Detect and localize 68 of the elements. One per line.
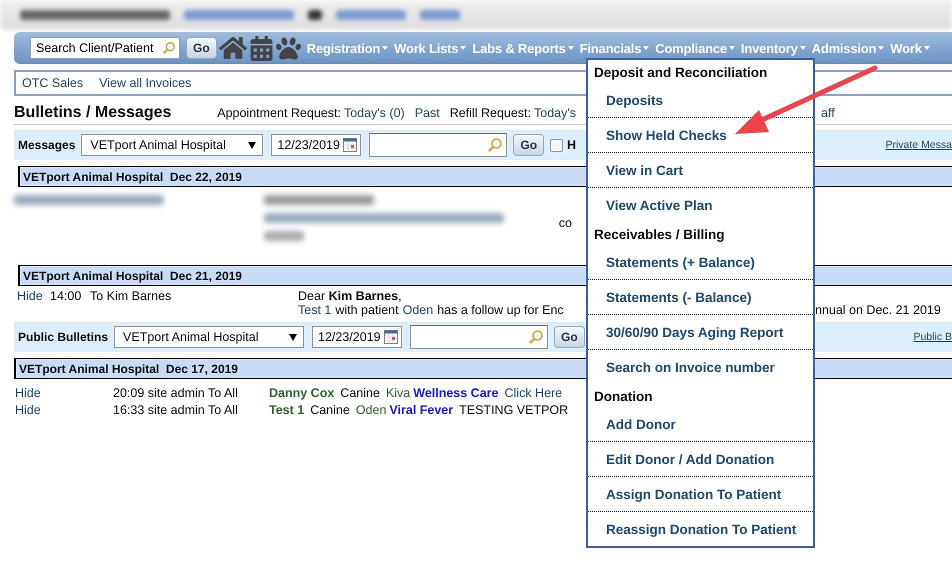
menu-item[interactable]: Reassign Donation To Patient <box>588 512 813 546</box>
patient-name[interactable]: Oden <box>356 402 386 419</box>
paw-icon[interactable] <box>276 36 301 60</box>
menu-section-header: Donation <box>593 388 654 406</box>
menu-section-header: Deposit and Reconciliation <box>593 64 768 82</box>
message-time: 14:00 <box>50 289 82 305</box>
hide-link[interactable]: Hide <box>17 289 50 317</box>
species-text: Canine <box>310 402 350 419</box>
message-greeting: Dear Kim Barnes, <box>298 289 402 303</box>
calendar-icon[interactable] <box>384 330 398 344</box>
menu-item[interactable]: 30/60/90 Days Aging Report <box>588 315 813 350</box>
menu-section-header: Receivables / Billing <box>593 226 726 244</box>
request-link[interactable]: aff <box>821 106 835 120</box>
request-link[interactable]: Today's <box>534 106 576 120</box>
menu-item[interactable]: Edit Donor / Add Donation <box>588 442 813 477</box>
dropdown-caret-icon <box>289 334 298 340</box>
calendar-icon[interactable] <box>343 138 358 152</box>
bulletin-author: 20:09 site admin To All <box>113 385 239 402</box>
client-name[interactable]: Danny Cox <box>269 385 334 402</box>
message-text: with patient <box>335 303 399 317</box>
message-link[interactable]: Oden <box>402 303 434 317</box>
message-link[interactable]: Test 1 <box>298 303 332 317</box>
menu-item[interactable]: View Active Plan <box>588 188 813 222</box>
location-select[interactable]: VETport Animal Hospital <box>81 134 264 156</box>
hide-link[interactable]: Hide <box>15 402 113 419</box>
go-button[interactable]: Go <box>513 134 544 156</box>
go-button[interactable]: Go <box>186 37 217 59</box>
search-field[interactable] <box>410 325 548 349</box>
patient-name[interactable]: Kiva <box>386 385 410 402</box>
menu-item[interactable]: Statements (+ Balance) <box>588 245 813 280</box>
sub-nav-link[interactable]: View all Invoices <box>99 76 192 90</box>
request-link[interactable]: Past <box>414 106 440 120</box>
request-link[interactable]: Today's (0) <box>344 106 405 120</box>
location-select[interactable]: VETport Animal Hospital <box>114 326 304 348</box>
request-label: Appointment Request: <box>217 106 341 120</box>
toolbar-label: Messages <box>18 138 76 152</box>
message-recipient: To Kim Barnes <box>90 289 172 305</box>
home-icon[interactable] <box>218 34 247 62</box>
go-button[interactable]: Go <box>554 326 585 348</box>
message-text: has a follow up for Enc <box>437 303 564 317</box>
menu-item[interactable]: View in Cart <box>588 153 813 188</box>
dropdown-caret-icon <box>248 142 256 148</box>
calendar-icon[interactable] <box>248 36 274 60</box>
page-title: Bulletins / Messages <box>14 104 172 122</box>
menu-item[interactable]: Add Donor <box>588 407 813 442</box>
bulletin-link[interactable]: Click Here <box>504 385 562 402</box>
toolbar-link[interactable]: Public B <box>913 331 952 343</box>
date-field[interactable]: 12/23/2019 <box>271 134 362 156</box>
client-search-field[interactable]: Search Client/Patient <box>30 37 180 59</box>
sub-nav-link[interactable]: OTC Sales <box>22 76 84 90</box>
request-label: Refill Request: <box>450 106 531 120</box>
message-text: nnual on Dec. 21 2019 <box>815 303 941 317</box>
bulletin-text: TESTING VETPOR <box>459 402 568 419</box>
bulletin-author: 16:33 site admin To All <box>113 402 239 419</box>
menu-item[interactable]: Statements (- Balance) <box>588 280 813 315</box>
menu-item[interactable]: Assign Donation To Patient <box>588 477 813 512</box>
toolbar-label: Public Bulletins <box>18 330 108 344</box>
client-name[interactable]: Test 1 <box>269 402 304 419</box>
checkbox[interactable] <box>550 138 564 152</box>
hide-link[interactable]: Hide <box>15 385 113 402</box>
species-text: Canine <box>340 385 380 402</box>
search-field[interactable] <box>369 133 508 157</box>
toolbar-link[interactable]: Private Messa <box>885 139 952 151</box>
bulletin-topic[interactable]: Viral Fever <box>389 402 454 419</box>
message-text: co <box>558 216 572 230</box>
date-field[interactable]: 12/23/2019 <box>312 326 402 348</box>
bulletin-topic[interactable]: Wellness Care <box>413 385 498 402</box>
checkbox-label: H <box>567 138 576 152</box>
